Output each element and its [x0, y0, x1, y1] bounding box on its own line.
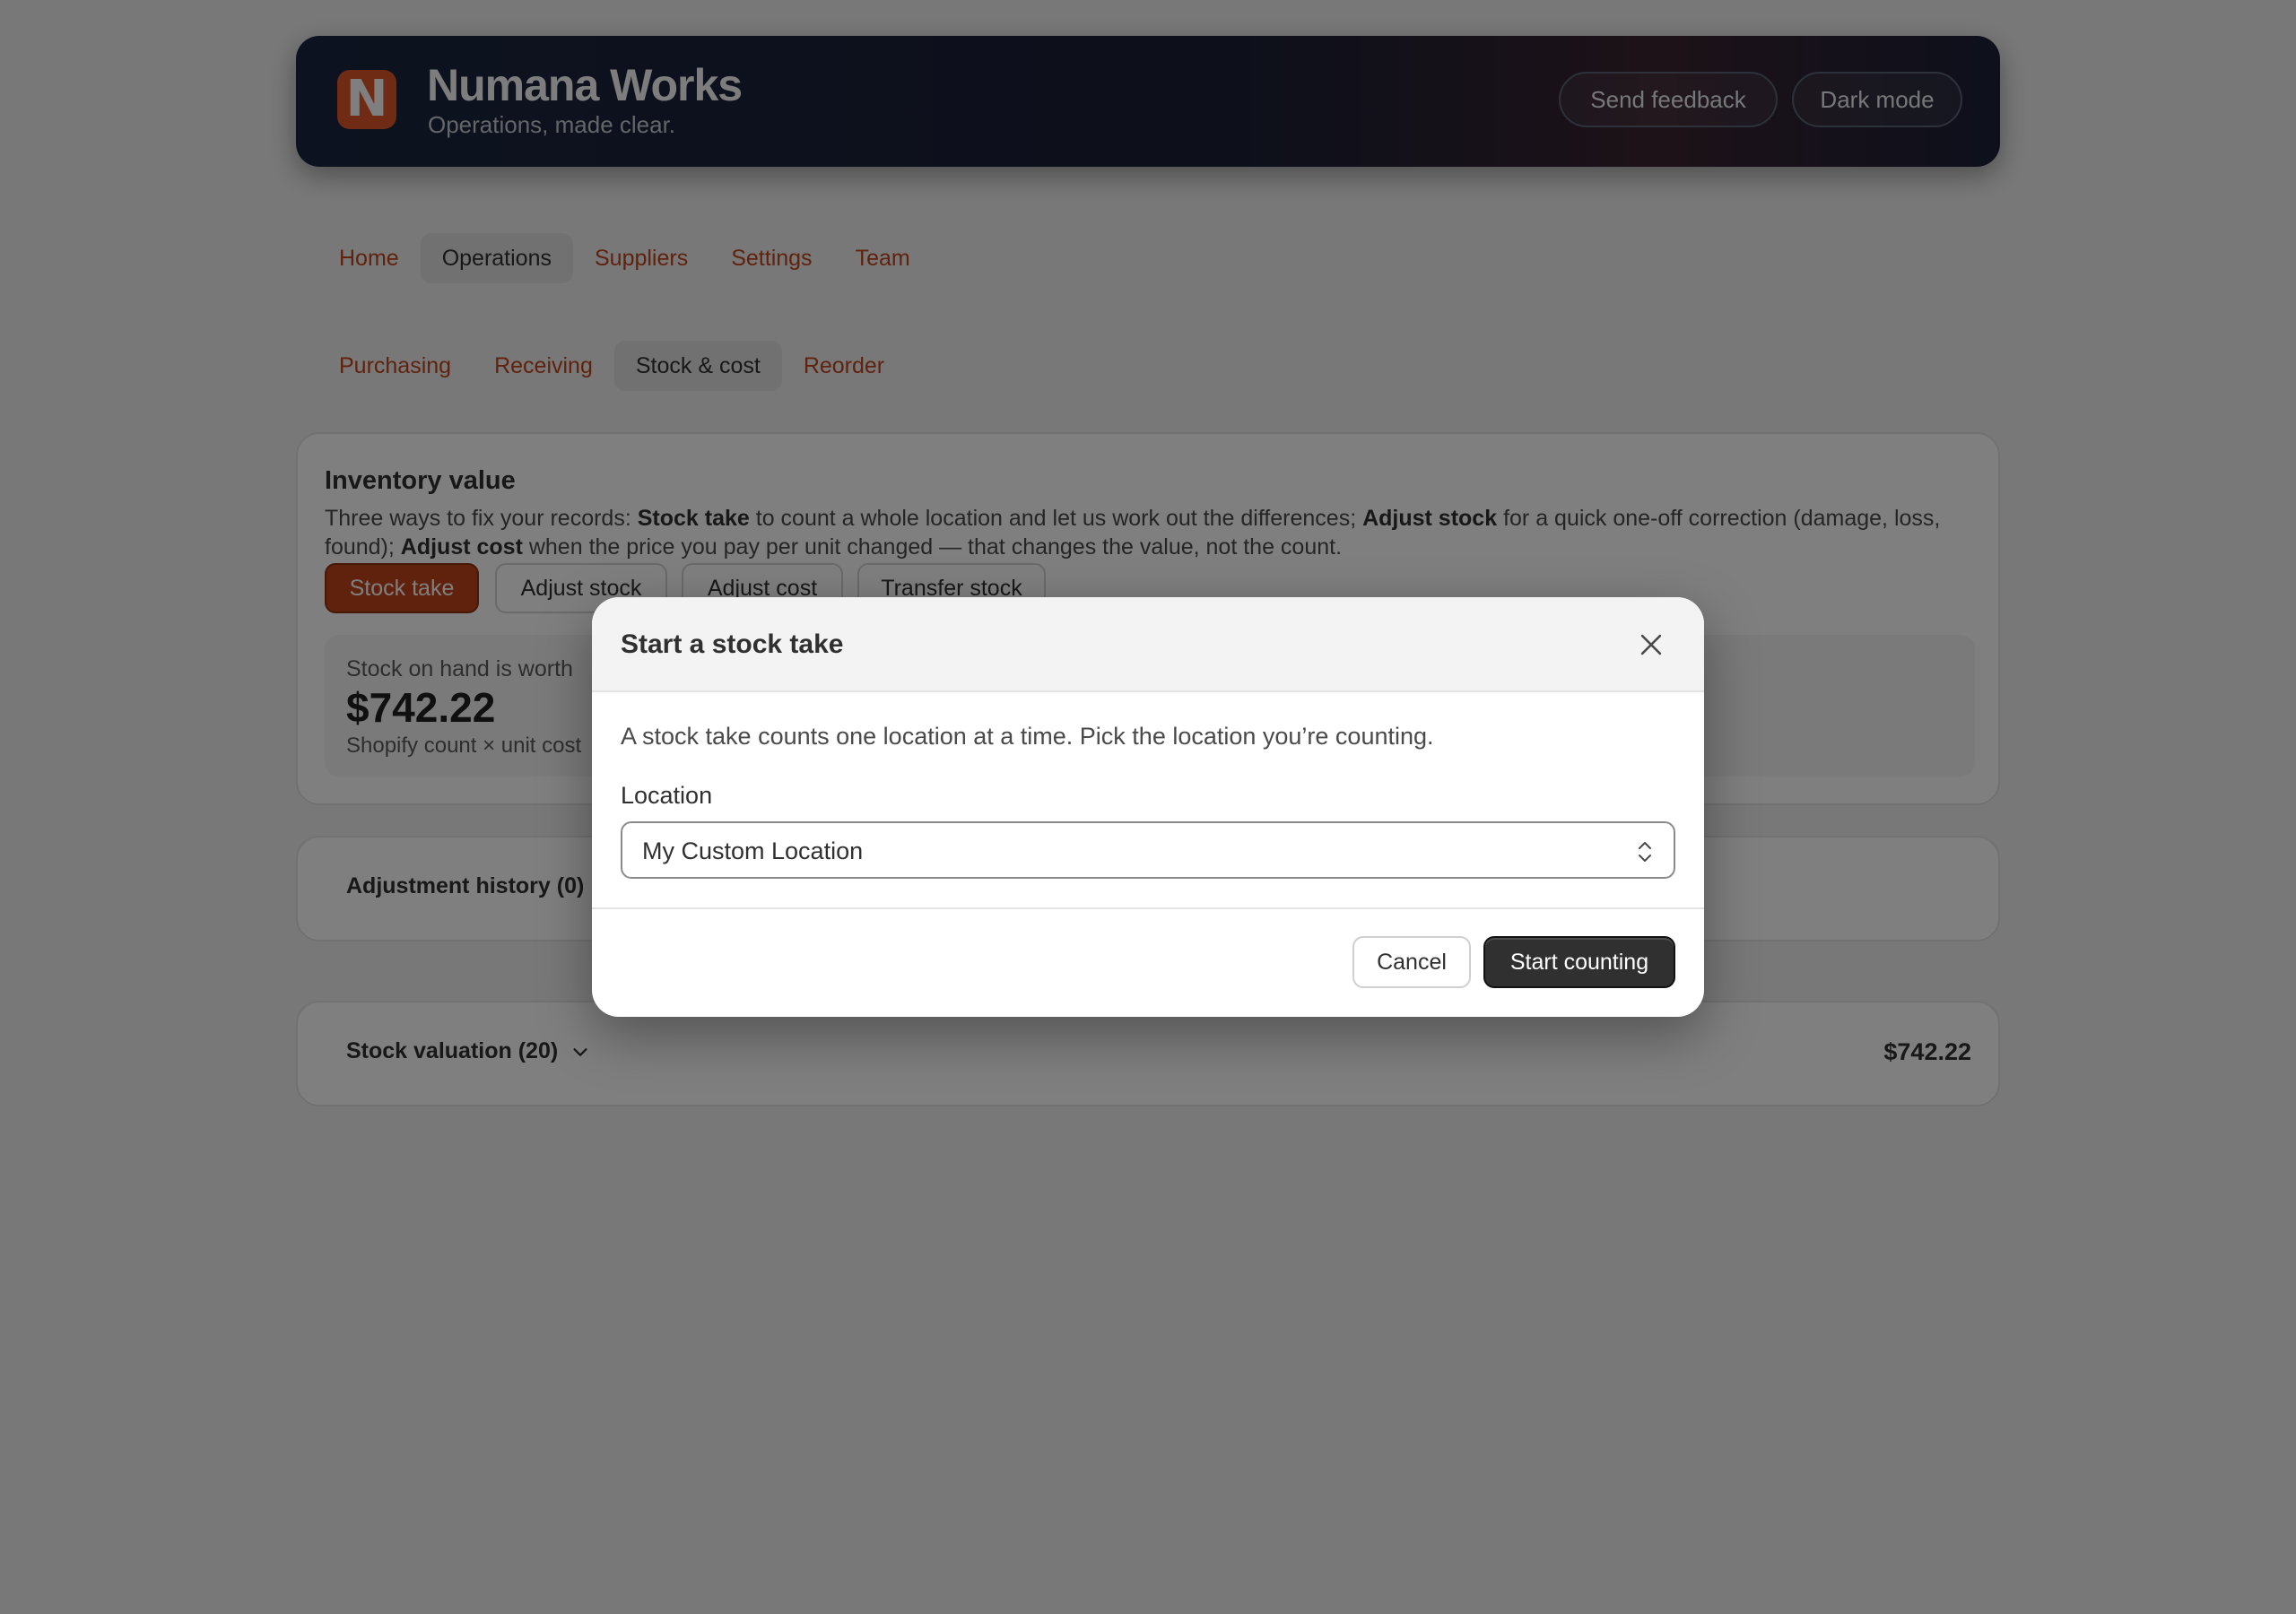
- modal-header: Start a stock take: [592, 597, 1704, 692]
- location-label: Location: [621, 782, 713, 809]
- cancel-button[interactable]: Cancel: [1352, 936, 1471, 988]
- select-arrows-icon: [1639, 842, 1651, 862]
- location-select-value: My Custom Location: [642, 837, 864, 864]
- close-icon[interactable]: [1636, 629, 1666, 660]
- modal-description: A stock take counts one location at a ti…: [621, 723, 1434, 750]
- stock-take-modal: Start a stock take A stock take counts o…: [592, 597, 1704, 1017]
- start-counting-button[interactable]: Start counting: [1483, 936, 1675, 988]
- app-page: N Numana Works Operations, made clear. S…: [0, 0, 2296, 1614]
- modal-footer: Cancel Start counting: [592, 907, 1704, 1017]
- modal-title: Start a stock take: [621, 629, 844, 659]
- location-select[interactable]: My Custom Location: [621, 821, 1675, 879]
